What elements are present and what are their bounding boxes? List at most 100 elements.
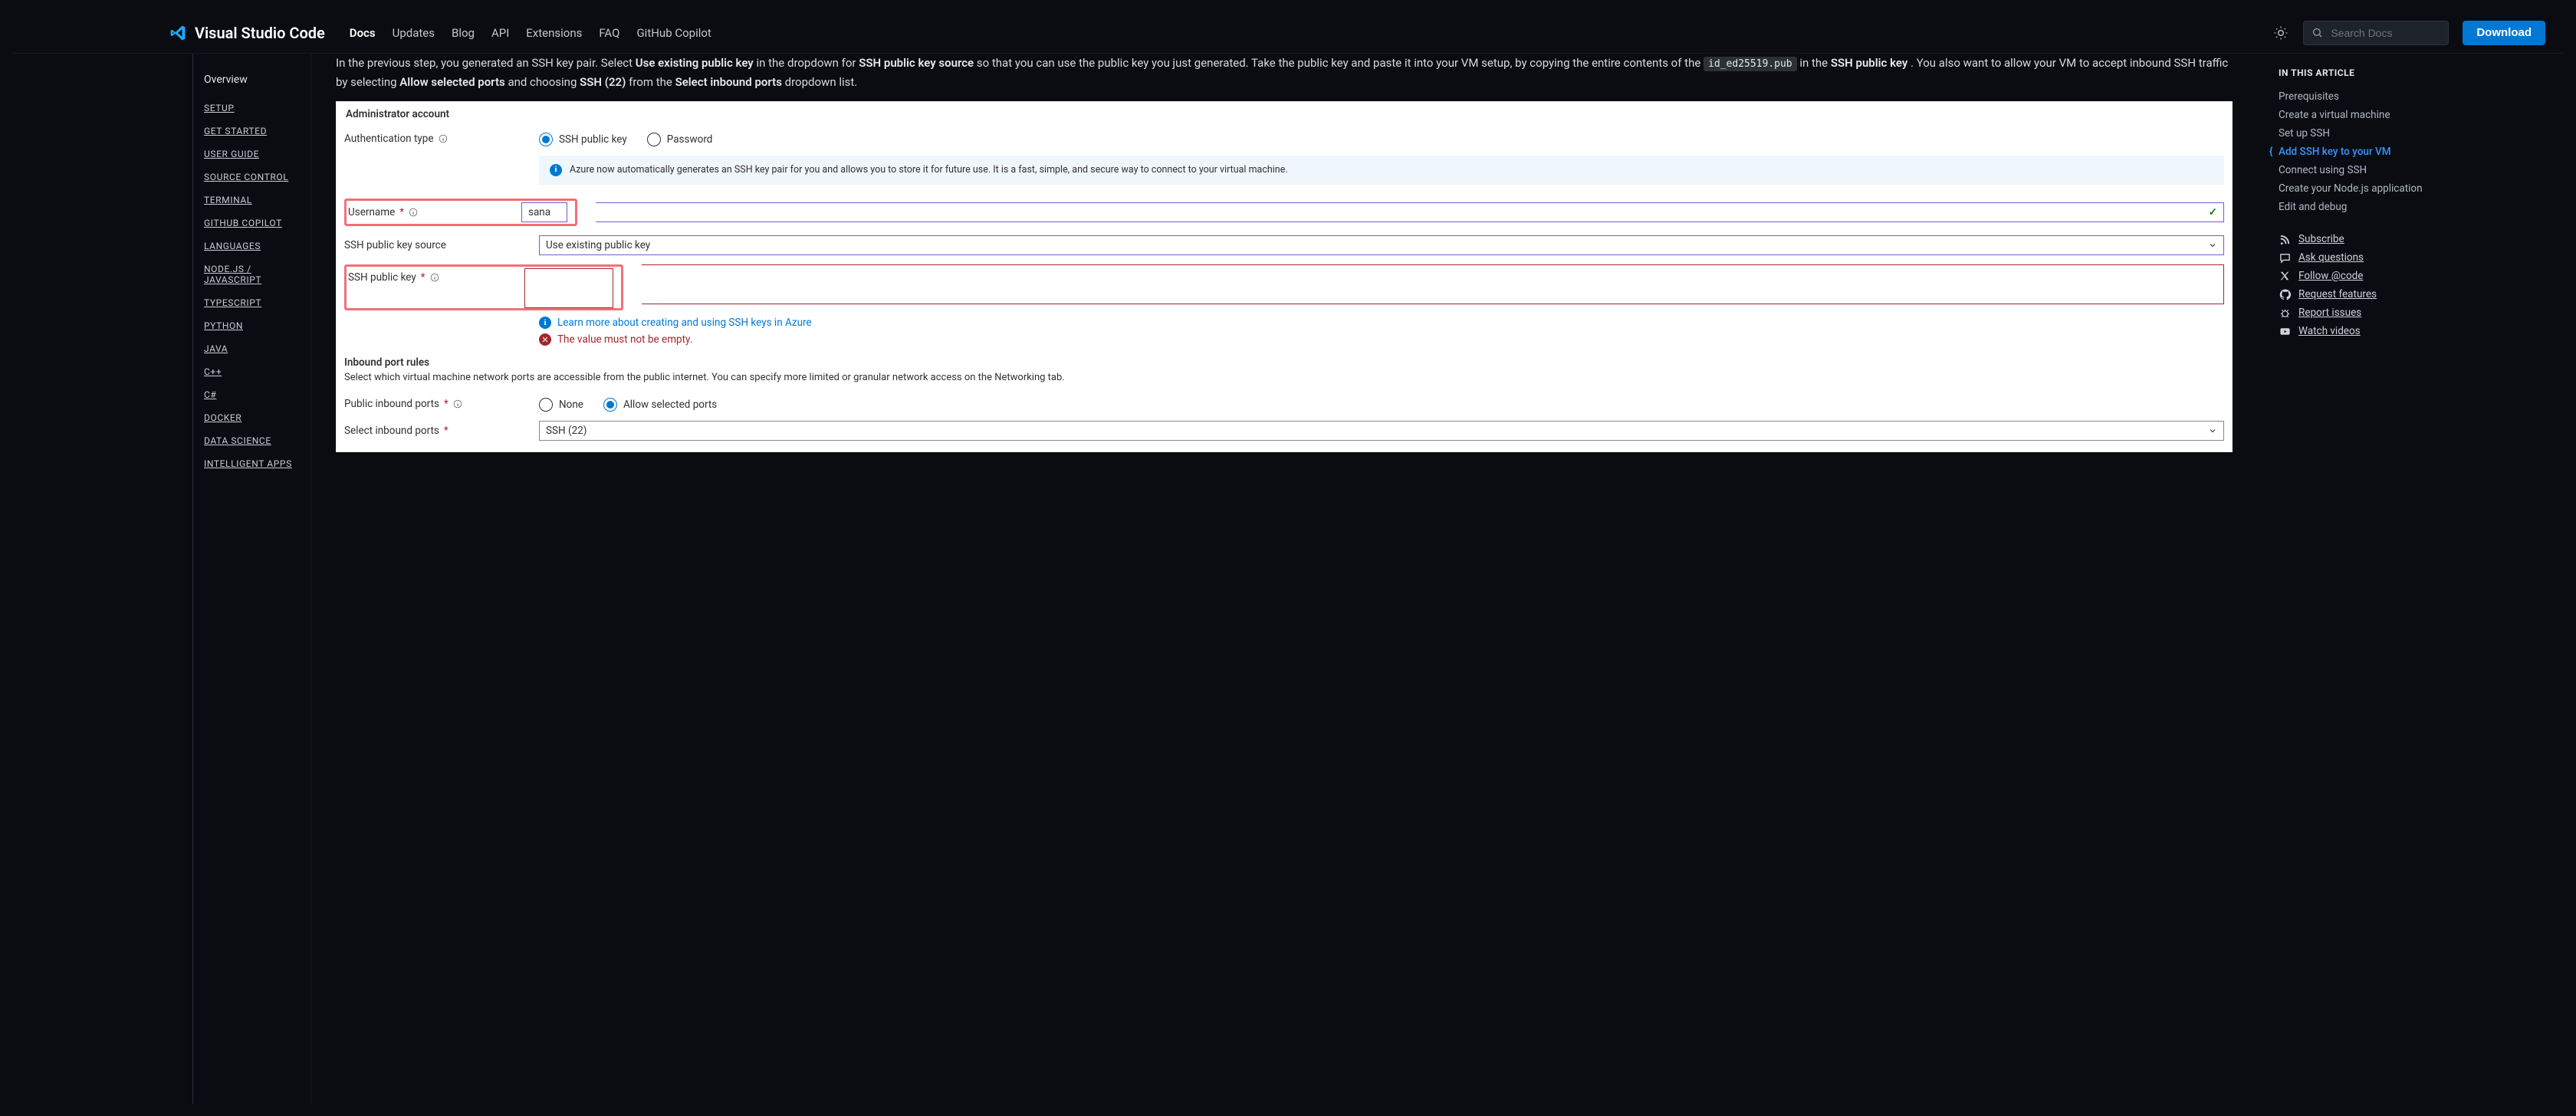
sidebar-cat-java[interactable]: JAVA	[204, 337, 292, 360]
text-bold: SSH public key source	[859, 56, 974, 70]
vscode-logo-icon	[169, 24, 187, 42]
sidebar-cat-docker[interactable]: DOCKER	[204, 406, 292, 429]
azure-username-input-ext[interactable]: ✓	[596, 202, 2224, 222]
azure-error-row: ✕ The value must not be empty.	[539, 333, 2224, 346]
github-icon	[2279, 288, 2291, 300]
azure-learn-link[interactable]: Learn more about creating and using SSH …	[557, 317, 812, 329]
radio-label: Allow selected ports	[623, 399, 717, 411]
text-bold: Select inbound ports	[675, 75, 782, 89]
azure-screenshot: Administrator account Authentication typ…	[336, 101, 2233, 452]
feedback-watch[interactable]: Watch videos	[2279, 322, 2542, 340]
nav-link-docs[interactable]: Docs	[350, 26, 376, 40]
azure-username-input[interactable]: sana	[521, 202, 567, 222]
toc-item[interactable]: Set up SSH	[2279, 124, 2542, 143]
video-icon	[2279, 325, 2291, 337]
feedback-request[interactable]: Request features	[2279, 285, 2542, 304]
toc-item[interactable]: Connect using SSH	[2279, 161, 2542, 179]
toc-item[interactable]: Edit and debug	[2279, 198, 2542, 216]
sidebar-cat-nodejs[interactable]: NODE.JS / JAVASCRIPT	[204, 258, 292, 291]
brand[interactable]: Visual Studio Code	[169, 24, 325, 42]
sidebar-cat-csharp[interactable]: C#	[204, 383, 292, 406]
radio-icon	[539, 133, 553, 146]
azure-label-select-ports: Select inbound ports *	[344, 425, 521, 437]
sidebar-cat-datascience[interactable]: DATA SCIENCE	[204, 429, 292, 452]
nav-link-api[interactable]: API	[491, 26, 509, 40]
alert-text: Azure now automatically generates an SSH…	[570, 163, 1288, 178]
azure-label-pk: SSH public key	[348, 271, 416, 284]
toc-item[interactable]: Create a virtual machine	[2279, 106, 2542, 124]
sidebar-overview[interactable]: Overview	[204, 71, 292, 89]
text: so that you can use the public key you j…	[977, 56, 1704, 70]
top-nav: Docs Updates Blog API Extensions FAQ Git…	[350, 26, 711, 40]
required-asterisk: *	[444, 398, 449, 410]
sidebar-cat-python[interactable]: PYTHON	[204, 314, 292, 337]
text-bold: SSH (22)	[580, 75, 626, 89]
chevron-down-icon	[2208, 426, 2217, 435]
link-label: Subscribe	[2298, 233, 2344, 245]
input-value: sana	[528, 206, 550, 218]
link-label: Watch videos	[2298, 325, 2361, 337]
label-text: Select inbound ports	[344, 425, 439, 437]
sidebar-cat-intelligentapps[interactable]: INTELLIGENT APPS	[204, 452, 292, 475]
chat-icon	[2279, 251, 2291, 264]
text-bold: Allow selected ports	[399, 75, 504, 89]
nav-link-blog[interactable]: Blog	[452, 26, 475, 40]
info-icon	[409, 208, 418, 217]
radio-none[interactable]: None	[539, 398, 583, 412]
feedback-report[interactable]: Report issues	[2279, 304, 2542, 322]
sidebar-cat-getstarted[interactable]: GET STARTED	[204, 120, 292, 143]
bug-icon	[2279, 307, 2291, 319]
nav-link-extensions[interactable]: Extensions	[526, 26, 582, 40]
feedback-links: Subscribe Ask questions Follow @code Req…	[2279, 230, 2542, 340]
radio-icon	[603, 398, 617, 412]
info-icon	[439, 134, 448, 143]
azure-learn-link-row: i Learn more about creating and using SS…	[539, 317, 2224, 329]
radio-ssh-public-key[interactable]: SSH public key	[539, 133, 627, 146]
radio-icon	[539, 398, 553, 412]
sidebar-cat-setup[interactable]: SETUP	[204, 97, 292, 120]
nav-link-faq[interactable]: FAQ	[599, 26, 619, 40]
top-header: Visual Studio Code Docs Updates Blog API…	[12, 12, 2564, 54]
sidebar-cat-languages[interactable]: LANGUAGES	[204, 235, 292, 258]
info-icon	[430, 273, 439, 282]
search-box[interactable]	[2303, 21, 2449, 45]
sidebar-cat-userguide[interactable]: USER GUIDE	[204, 143, 292, 166]
info-icon: i	[539, 317, 551, 329]
required-asterisk: *	[444, 425, 449, 437]
radio-icon	[647, 133, 661, 146]
info-icon	[453, 399, 462, 409]
toc-item[interactable]: Create your Node.js application	[2279, 179, 2542, 198]
select-value: Use existing public key	[546, 239, 650, 251]
theme-toggle-button[interactable]	[2272, 25, 2289, 41]
highlight-box: SSH public key *	[344, 264, 623, 310]
azure-pk-textarea-ext[interactable]	[642, 264, 2224, 304]
sidebar-cat-cpp[interactable]: C++	[204, 360, 292, 383]
nav-link-copilot[interactable]: GitHub Copilot	[636, 26, 711, 40]
article-content: In the previous step, you generated an S…	[311, 54, 2257, 1104]
article-paragraph: In the previous step, you generated an S…	[336, 54, 2233, 92]
download-button[interactable]: Download	[2463, 21, 2545, 45]
nav-link-updates[interactable]: Updates	[393, 26, 435, 40]
feedback-subscribe[interactable]: Subscribe	[2279, 230, 2542, 248]
azure-select-ports[interactable]: SSH (22)	[539, 421, 2224, 441]
toc-item-current[interactable]: Add SSH key to your VM	[2279, 143, 2542, 161]
label-text: Authentication type	[344, 133, 434, 145]
toc-item[interactable]: Prerequisites	[2279, 87, 2542, 106]
brand-title: Visual Studio Code	[195, 24, 325, 42]
azure-pk-source-select[interactable]: Use existing public key	[539, 235, 2224, 255]
sidebar-cat-terminal[interactable]: TERMINAL	[204, 189, 292, 212]
radio-label: SSH public key	[559, 133, 627, 146]
search-icon	[2312, 27, 2323, 38]
radio-allow-selected[interactable]: Allow selected ports	[603, 398, 717, 412]
required-asterisk: *	[421, 271, 426, 284]
feedback-ask[interactable]: Ask questions	[2279, 248, 2542, 267]
sidebar-cat-typescript[interactable]: TYPESCRIPT	[204, 291, 292, 314]
radio-password[interactable]: Password	[647, 133, 713, 146]
text: and choosing	[508, 75, 580, 89]
link-label: Follow @code	[2298, 270, 2363, 282]
sidebar-cat-sourcecontrol[interactable]: SOURCE CONTROL	[204, 166, 292, 189]
azure-pk-textarea[interactable]	[524, 268, 613, 308]
sidebar-cat-copilot[interactable]: GITHUB COPILOT	[204, 212, 292, 235]
search-input[interactable]	[2329, 26, 2440, 40]
feedback-follow[interactable]: Follow @code	[2279, 267, 2542, 285]
